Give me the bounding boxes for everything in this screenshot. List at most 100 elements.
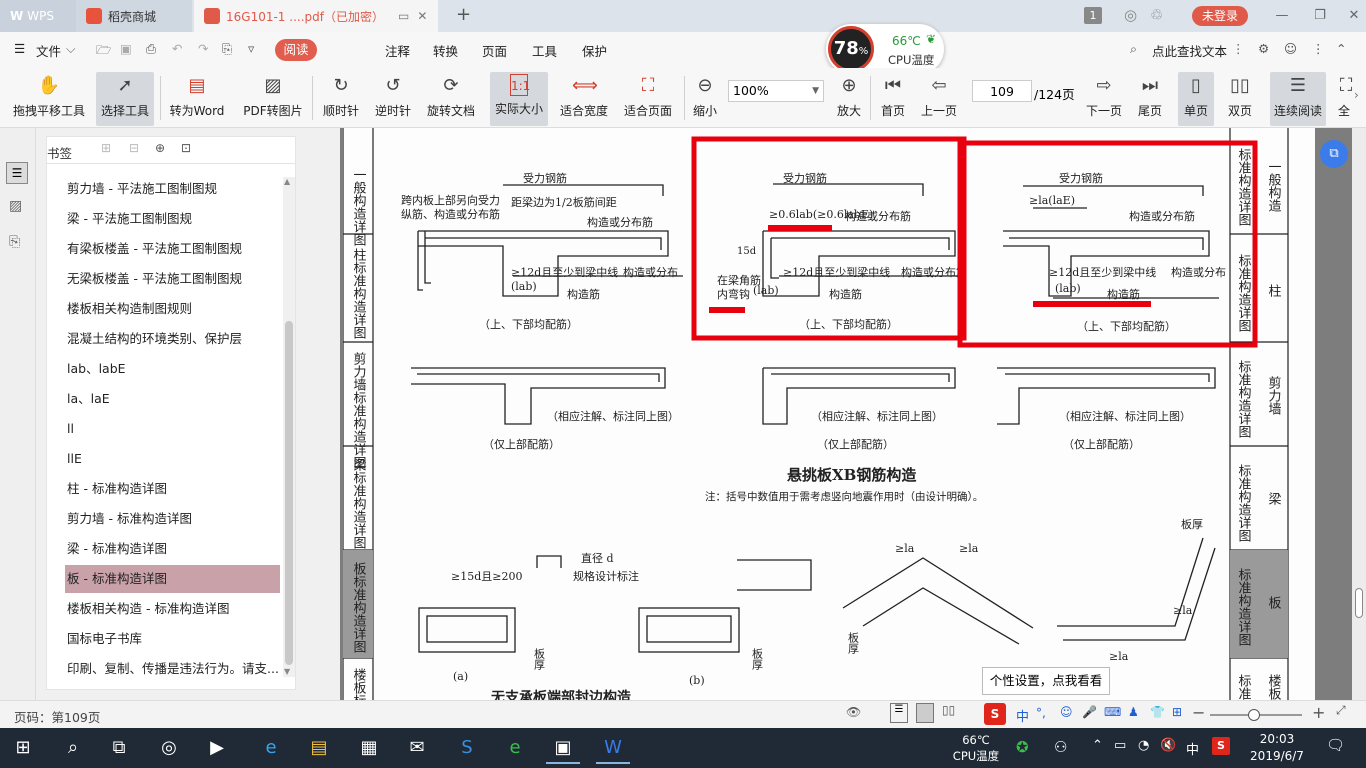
media-app-icon[interactable]: ▶ [200,732,234,764]
bookmark-item[interactable]: 柱 - 标准构造详图 [67,475,282,503]
bookmark-item[interactable]: 印刷、复制、传播是违法行为。请支... [67,655,282,683]
tray-clock[interactable]: 20:03 2019/6/7 [1236,731,1318,765]
tab-wps-home[interactable]: W WPS [0,0,76,32]
print-icon[interactable]: ⎙ [146,41,156,57]
bookmark-item[interactable]: 国标电子书库 [67,625,282,653]
search-text-link[interactable]: 点此查找文本 [1152,41,1227,60]
bookmark-item[interactable]: ll [67,415,282,443]
menu-convert[interactable]: 转换 [433,41,458,60]
skin-icon[interactable]: ◎ [1124,6,1137,24]
ime-keyboard-icon[interactable]: ⌨ [1104,705,1121,719]
hamburger-icon[interactable]: ☰ [14,41,25,56]
tray-volume-muted-icon[interactable]: 🔇 [1160,738,1176,753]
ime-sogou-icon[interactable]: S [984,703,1006,725]
zoom-out-button[interactable]: ⊖ 缩小 [690,72,720,126]
open-folder-icon[interactable]: 🗁 [96,41,112,62]
taskbar-search-icon[interactable]: ⌕ [56,732,90,764]
toolbar-scroll-right-icon[interactable]: › [1354,88,1359,102]
bookmark-item[interactable]: 剪力墙 - 平法施工图制图规 [67,175,282,203]
select-tool-button[interactable]: ➚ 选择工具 [96,72,154,126]
zoom-level-select[interactable]: 100% ▼ [728,80,824,102]
shirt-icon[interactable]: ♲ [1150,6,1163,24]
double-page-button[interactable]: ▯▯ 双页 [1220,72,1260,126]
settings-gear-icon[interactable]: ⚙ [1258,41,1269,56]
pdf-to-image-button[interactable]: ▨ PDF转图片 [240,72,306,126]
chevron-down-icon[interactable]: ⌵ [66,41,75,57]
bookmark-item[interactable]: 楼板相关构造 - 标准构造详图 [67,595,282,623]
edge-browser-icon[interactable]: e [254,732,288,764]
new-tab-button[interactable]: + [456,4,471,25]
tab-close-icon[interactable]: ✕ [417,9,427,23]
sogou-browser-icon[interactable]: S [450,732,484,764]
collapse-ribbon-icon[interactable]: ⌃ [1336,41,1346,56]
menu-page[interactable]: 页面 [482,41,507,60]
cpu-monitor-widget[interactable]: 78% 66℃ ❦ CPU温度 [826,24,944,74]
action-center-icon[interactable]: 🗨 [1326,736,1345,754]
undo-icon[interactable]: ↶ [172,41,182,56]
tray-battery-icon[interactable]: ▭ [1114,738,1126,753]
eye-protect-icon[interactable]: 👁 [846,705,861,719]
tray-expand-icon[interactable]: ⌃ [1092,738,1103,753]
bookmark-item[interactable]: 剪力墙 - 标准构造详图 [67,505,282,533]
feedback-icon[interactable]: ☺ [1284,41,1297,56]
ime-language[interactable]: 中 [1016,706,1029,725]
menu-annotate[interactable]: 注释 [385,41,410,60]
bookmark-item[interactable]: llE [67,445,282,473]
bookmark-options-icon[interactable]: ⊡ [181,141,191,155]
next-page-button[interactable]: ⇨ 下一页 [1082,72,1126,126]
collapse-all-icon[interactable]: ⊟ [129,141,139,155]
minimize-icon[interactable]: — [1270,4,1294,28]
personalize-tooltip[interactable]: 个性设置，点我看看 [982,667,1110,695]
view-double-icon[interactable]: ▯▯ [942,703,955,717]
more-options-icon[interactable]: ⋮ [1232,41,1245,56]
bookmark-item[interactable]: 无梁板楼盖 - 平法施工图制图规 [67,265,282,293]
zoom-out-status-icon[interactable]: − [1192,703,1205,722]
fit-page-button[interactable]: ⛶ 适合页面 [620,72,676,126]
add-bookmark-icon[interactable]: ⊕ [155,141,165,155]
redo-icon[interactable]: ↷ [198,41,208,56]
windows-start-icon[interactable]: ⊞ [6,732,40,764]
ime-emoji-icon[interactable]: ☺ [1060,705,1073,719]
to-word-button[interactable]: ▤ 转为Word [166,72,228,126]
bookmark-item[interactable]: la、laE [67,385,282,413]
actual-size-button[interactable]: 1:1 实际大小 [490,72,548,126]
bookmark-panel-icon[interactable]: ☰ [6,162,28,184]
fit-width-button[interactable]: ⟺ 适合宽度 [556,72,612,126]
ime-voice-icon[interactable]: 🎤 [1082,705,1097,719]
search-icon[interactable]: ⌕ [1130,41,1137,57]
tray-sogou-icon[interactable]: S [1212,737,1230,755]
tray-network-icon[interactable]: ◔ [1138,738,1149,753]
bookmark-item[interactable]: 楼板相关构造制图规则 [67,295,282,323]
hand-tool-button[interactable]: ✋ 拖拽平移工具 [10,72,88,126]
rotate-document-button[interactable]: ⟳ 旋转文档 [424,72,478,126]
last-page-button[interactable]: ⏭ 尾页 [1134,72,1166,126]
bookmark-scroll-thumb[interactable] [285,321,293,665]
bookmark-item[interactable]: 混凝土结构的环境类别、保护层 [67,325,282,353]
scroll-up-icon[interactable]: ▲ [284,177,290,186]
bookmark-item[interactable]: lab、labE [67,355,282,383]
tab-docer-store[interactable]: 稻壳商城 [76,0,192,32]
wps-office-app-icon[interactable]: W [596,732,630,764]
zoom-in-button[interactable]: ⊕ 放大 [834,72,864,126]
bookmark-item[interactable]: 梁 - 平法施工图制图规 [67,205,282,233]
bookmark-item[interactable]: 梁 - 标准构造详图 [67,535,282,563]
login-button[interactable]: 未登录 [1192,6,1248,26]
export-icon[interactable]: ⎘ [222,41,232,57]
rotate-clockwise-button[interactable]: ↻ 顺时针 [318,72,364,126]
side-float-button[interactable]: ⧉ [1320,140,1348,168]
prev-page-button[interactable]: ⇦ 上一页 [918,72,960,126]
tray-360-icon[interactable]: ✪ [1016,738,1029,756]
thumbnail-panel-icon[interactable]: ▨ [9,198,22,214]
bookmark-item[interactable]: 有梁板楼盖 - 平法施工图制图规 [67,235,282,263]
tab-count-badge[interactable]: 1 [1084,7,1102,24]
menu-protect[interactable]: 保护 [582,41,607,60]
continuous-read-button[interactable]: ☰ 连续阅读 [1270,72,1326,126]
more-chevron-icon[interactable]: ▿ [248,41,254,56]
ime-skin-icon[interactable]: 👕 [1150,705,1165,719]
close-window-icon[interactable]: ✕ [1342,4,1366,28]
rotate-counterclockwise-button[interactable]: ↺ 逆时针 [370,72,416,126]
annotation-panel-icon[interactable]: ⎘ [9,234,20,250]
zoom-in-status-icon[interactable]: + [1312,703,1325,722]
task-view-icon[interactable]: ⧉ [102,732,136,764]
file-explorer-icon[interactable]: ▤ [302,732,336,764]
